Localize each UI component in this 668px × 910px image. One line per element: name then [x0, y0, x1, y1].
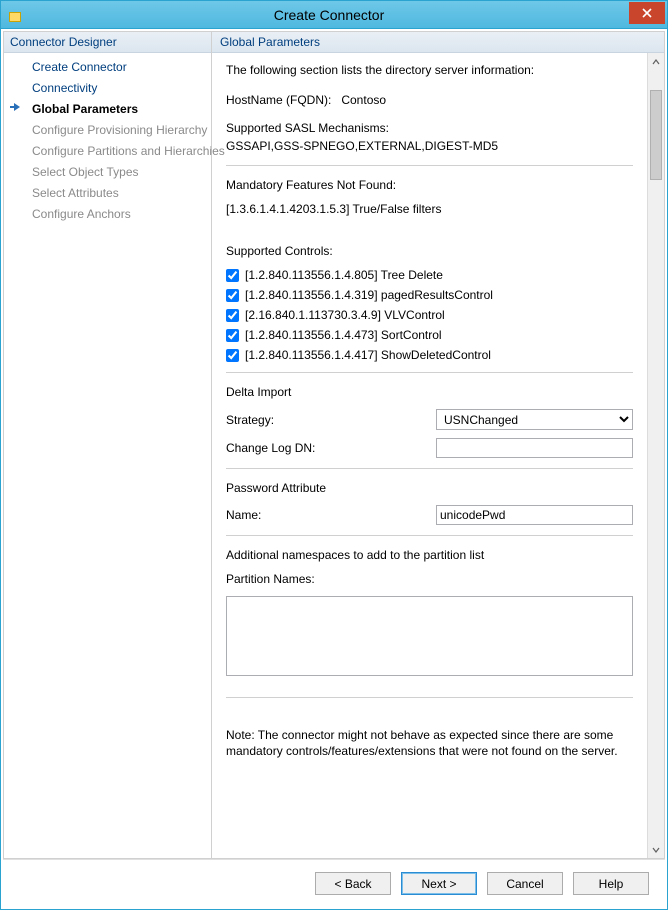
- password-attr-label: Password Attribute: [226, 481, 633, 495]
- app-icon: [7, 7, 23, 23]
- titlebar: Create Connector: [1, 1, 667, 29]
- content: The following section lists the director…: [212, 53, 647, 858]
- mandatory-label: Mandatory Features Not Found:: [226, 178, 633, 192]
- close-button[interactable]: [629, 2, 665, 24]
- pw-name-row: Name:: [226, 505, 633, 525]
- control-checkbox[interactable]: [226, 289, 239, 302]
- sidebar-item-global-parameters[interactable]: Global Parameters: [4, 99, 211, 120]
- back-button[interactable]: < Back: [315, 872, 391, 895]
- partition-names-label: Partition Names:: [226, 572, 633, 586]
- sidebar-item-select-object-types[interactable]: Select Object Types: [4, 162, 211, 183]
- supported-controls-label: Supported Controls:: [226, 244, 633, 258]
- sidebar-item-label: Configure Partitions and Hierarchies: [32, 144, 225, 158]
- sidebar: Connector Designer Create Connector Conn…: [4, 32, 212, 858]
- sidebar-item-label: Configure Provisioning Hierarchy: [32, 123, 207, 137]
- sidebar-item-label: Select Attributes: [32, 186, 119, 200]
- scroll-up-button[interactable]: [648, 53, 664, 70]
- control-paged-results: [1.2.840.113556.1.4.319] pagedResultsCon…: [226, 288, 633, 302]
- control-checkbox[interactable]: [226, 349, 239, 362]
- control-checkbox[interactable]: [226, 309, 239, 322]
- next-button[interactable]: Next >: [401, 872, 477, 895]
- window-title: Create Connector: [29, 7, 629, 23]
- body: Connector Designer Create Connector Conn…: [3, 31, 665, 859]
- divider: [226, 535, 633, 536]
- scrollbar[interactable]: [647, 53, 664, 858]
- scroll-area: The following section lists the director…: [212, 53, 664, 858]
- mandatory-value: [1.3.6.1.4.1.4203.1.5.3] True/False filt…: [226, 202, 633, 216]
- sidebar-items: Create Connector Connectivity Global Par…: [4, 53, 211, 229]
- window: Create Connector Connector Designer Crea…: [0, 0, 668, 910]
- sidebar-item-configure-anchors[interactable]: Configure Anchors: [4, 204, 211, 225]
- pw-name-input[interactable]: [436, 505, 633, 525]
- hostname-value: Contoso: [341, 93, 386, 107]
- changelog-row: Change Log DN:: [226, 438, 633, 458]
- sidebar-item-label: Configure Anchors: [32, 207, 131, 221]
- sidebar-header: Connector Designer: [4, 32, 211, 53]
- control-label: [1.2.840.113556.1.4.417] ShowDeletedCont…: [245, 348, 491, 362]
- control-label: [1.2.840.113556.1.4.473] SortControl: [245, 328, 442, 342]
- delta-import-label: Delta Import: [226, 385, 633, 399]
- divider: [226, 468, 633, 469]
- sidebar-item-provisioning-hierarchy[interactable]: Configure Provisioning Hierarchy: [4, 120, 211, 141]
- hostname-row: HostName (FQDN): Contoso: [226, 93, 633, 107]
- additional-ns-label: Additional namespaces to add to the part…: [226, 548, 633, 562]
- strategy-row: Strategy: USNChanged: [226, 409, 633, 430]
- scroll-down-button[interactable]: [648, 841, 664, 858]
- control-vlv: [2.16.840.1.113730.3.4.9] VLVControl: [226, 308, 633, 322]
- control-label: [1.2.840.113556.1.4.319] pagedResultsCon…: [245, 288, 493, 302]
- controls-list: [1.2.840.113556.1.4.805] Tree Delete [1.…: [226, 268, 633, 362]
- help-button[interactable]: Help: [573, 872, 649, 895]
- control-label: [2.16.840.1.113730.3.4.9] VLVControl: [245, 308, 445, 322]
- sidebar-item-connectivity[interactable]: Connectivity: [4, 78, 211, 99]
- partition-names-input[interactable]: [226, 596, 633, 676]
- sasl-value: GSSAPI,GSS-SPNEGO,EXTERNAL,DIGEST-MD5: [226, 139, 633, 153]
- note-text: Note: The connector might not behave as …: [226, 728, 633, 759]
- control-checkbox[interactable]: [226, 269, 239, 282]
- sidebar-item-label: Global Parameters: [32, 102, 138, 116]
- control-label: [1.2.840.113556.1.4.805] Tree Delete: [245, 268, 443, 282]
- control-show-deleted: [1.2.840.113556.1.4.417] ShowDeletedCont…: [226, 348, 633, 362]
- sidebar-item-label: Create Connector: [32, 60, 127, 74]
- control-checkbox[interactable]: [226, 329, 239, 342]
- divider: [226, 697, 633, 698]
- scroll-thumb[interactable]: [650, 90, 662, 180]
- pw-name-label: Name:: [226, 508, 436, 522]
- scroll-track[interactable]: [648, 70, 664, 841]
- control-tree-delete: [1.2.840.113556.1.4.805] Tree Delete: [226, 268, 633, 282]
- divider: [226, 372, 633, 373]
- hostname-label: HostName (FQDN):: [226, 93, 331, 107]
- control-sort: [1.2.840.113556.1.4.473] SortControl: [226, 328, 633, 342]
- strategy-label: Strategy:: [226, 413, 436, 427]
- cancel-button[interactable]: Cancel: [487, 872, 563, 895]
- divider: [226, 165, 633, 166]
- changelog-label: Change Log DN:: [226, 441, 436, 455]
- chevron-up-icon: [652, 58, 660, 66]
- sasl-label: Supported SASL Mechanisms:: [226, 121, 633, 135]
- sidebar-item-select-attributes[interactable]: Select Attributes: [4, 183, 211, 204]
- sidebar-item-label: Select Object Types: [32, 165, 139, 179]
- intro-text: The following section lists the director…: [226, 63, 633, 77]
- main-panel: Global Parameters The following section …: [212, 32, 664, 858]
- footer: < Back Next > Cancel Help: [3, 859, 665, 907]
- sidebar-item-partitions-hierarchies[interactable]: Configure Partitions and Hierarchies: [4, 141, 211, 162]
- changelog-input[interactable]: [436, 438, 633, 458]
- sidebar-item-create-connector[interactable]: Create Connector: [4, 57, 211, 78]
- chevron-down-icon: [652, 846, 660, 854]
- main-header: Global Parameters: [212, 32, 664, 53]
- sidebar-item-label: Connectivity: [32, 81, 97, 95]
- strategy-select[interactable]: USNChanged: [436, 409, 633, 430]
- close-icon: [642, 8, 652, 18]
